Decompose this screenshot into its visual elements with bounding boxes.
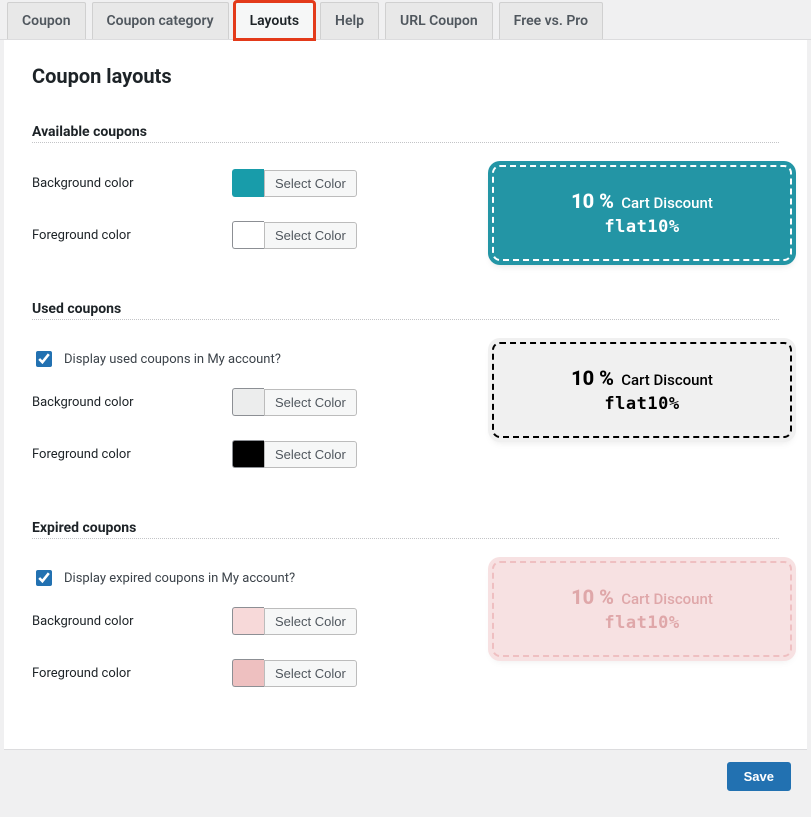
swatch-available-fg[interactable]: [232, 221, 264, 249]
tab-free-vs-pro[interactable]: Free vs. Pro: [499, 2, 603, 39]
tab-url-coupon[interactable]: URL Coupon: [385, 2, 493, 39]
label-available-fg: Foreground color: [32, 228, 232, 243]
section-title-available: Available coupons: [32, 124, 779, 143]
section-title-used: Used coupons: [32, 301, 779, 320]
preview-code: flat10%: [504, 217, 780, 237]
settings-panel: Coupon layouts Available coupons Backgro…: [4, 40, 807, 749]
select-color-available-fg[interactable]: Select Color: [264, 222, 357, 249]
preview-percent: 10 %: [571, 585, 614, 609]
checkbox-display-used[interactable]: [36, 351, 52, 367]
checkbox-label-used: Display used coupons in My account?: [64, 352, 281, 367]
swatch-used-fg[interactable]: [232, 440, 264, 468]
section-available: Background color Select Color Foreground…: [32, 151, 779, 273]
page-title: Coupon layouts: [32, 64, 779, 88]
swatch-used-bg[interactable]: [232, 388, 264, 416]
section-expired: Display expired coupons in My account? B…: [32, 547, 779, 711]
save-button[interactable]: Save: [727, 762, 791, 791]
tab-layouts[interactable]: Layouts: [235, 2, 314, 39]
select-color-used-fg[interactable]: Select Color: [264, 441, 357, 468]
tabs-bar: Coupon Coupon category Layouts Help URL …: [0, 0, 811, 40]
preview-available: 10 % Cart Discount flat10%: [492, 165, 792, 261]
section-used: Display used coupons in My account? Back…: [32, 328, 779, 492]
label-used-bg: Background color: [32, 395, 232, 410]
preview-discount: Cart Discount: [621, 194, 713, 212]
tab-coupon-category[interactable]: Coupon category: [92, 2, 229, 39]
preview-used: 10 % Cart Discount flat10%: [492, 342, 792, 438]
section-title-expired: Expired coupons: [32, 520, 779, 539]
preview-percent: 10 %: [571, 366, 614, 390]
select-color-expired-bg[interactable]: Select Color: [264, 608, 357, 635]
label-used-fg: Foreground color: [32, 447, 232, 462]
swatch-expired-bg[interactable]: [232, 607, 264, 635]
tab-coupon[interactable]: Coupon: [7, 2, 86, 39]
checkbox-label-expired: Display expired coupons in My account?: [64, 571, 295, 586]
checkbox-display-expired[interactable]: [36, 570, 52, 586]
preview-expired: 10 % Cart Discount flat10%: [492, 561, 792, 657]
tab-help[interactable]: Help: [320, 2, 379, 39]
select-color-available-bg[interactable]: Select Color: [264, 170, 357, 197]
preview-percent: 10 %: [571, 189, 614, 213]
select-color-expired-fg[interactable]: Select Color: [264, 660, 357, 687]
label-expired-fg: Foreground color: [32, 666, 232, 681]
preview-discount: Cart Discount: [621, 590, 713, 608]
swatch-expired-fg[interactable]: [232, 659, 264, 687]
label-available-bg: Background color: [32, 176, 232, 191]
select-color-used-bg[interactable]: Select Color: [264, 389, 357, 416]
label-expired-bg: Background color: [32, 614, 232, 629]
swatch-available-bg[interactable]: [232, 169, 264, 197]
preview-code: flat10%: [504, 613, 780, 633]
preview-code: flat10%: [504, 394, 780, 414]
footer-bar: Save: [4, 749, 807, 807]
preview-discount: Cart Discount: [621, 371, 713, 389]
